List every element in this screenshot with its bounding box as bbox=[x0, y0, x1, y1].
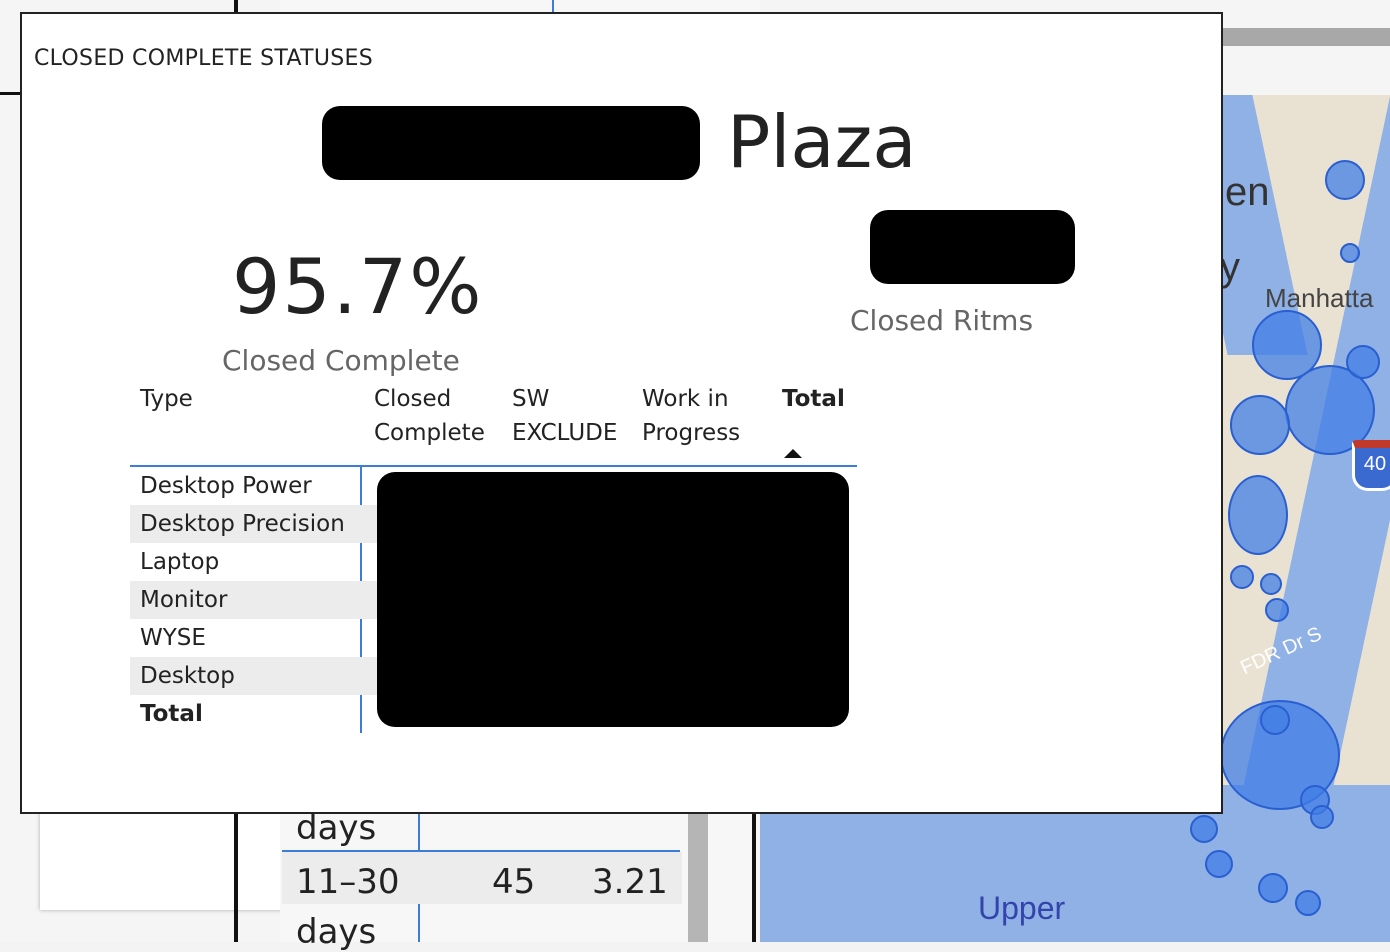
map-bubble[interactable] bbox=[1230, 565, 1254, 589]
redaction-block bbox=[322, 106, 700, 180]
map-bubble[interactable] bbox=[1310, 805, 1334, 829]
map-bubble[interactable] bbox=[1260, 573, 1282, 595]
map-label: Upper bbox=[978, 890, 1066, 926]
closed-complete-statuses-dialog: CLOSED COMPLETE STATUSES Plaza 95.7% Clo… bbox=[20, 12, 1223, 814]
bg-row-value: 3.21 bbox=[592, 862, 668, 902]
divider bbox=[0, 92, 22, 95]
kpi-closed-ritms-label: Closed Ritms bbox=[850, 304, 1034, 337]
bg-row-label: 11–30 bbox=[296, 862, 400, 902]
map-label: y bbox=[1220, 245, 1240, 289]
divider bbox=[752, 812, 756, 942]
map-bubble[interactable] bbox=[1325, 160, 1365, 200]
row-label-total: Total bbox=[140, 701, 203, 727]
bg-row-label: days bbox=[296, 808, 377, 848]
divider bbox=[552, 0, 554, 12]
column-header-sw-exclude[interactable]: SW EXCLUDE bbox=[512, 382, 617, 450]
map-bubble[interactable] bbox=[1346, 345, 1380, 379]
redaction-block bbox=[870, 210, 1075, 284]
map-bubble[interactable] bbox=[1265, 598, 1289, 622]
row-label-type: Monitor bbox=[140, 587, 228, 613]
map-label: en bbox=[1225, 170, 1270, 214]
map-label: Manhatta bbox=[1265, 283, 1374, 313]
map-bubble[interactable] bbox=[1258, 873, 1288, 903]
map-bubble[interactable] bbox=[1205, 850, 1233, 878]
column-header-work-in-progress[interactable]: Work in Progress bbox=[642, 382, 740, 450]
row-label-type: Desktop bbox=[140, 663, 235, 689]
column-header-closed-complete[interactable]: Closed Complete bbox=[374, 382, 485, 450]
column-header-type[interactable]: Type bbox=[140, 382, 193, 416]
kpi-closed-complete-value: 95.7% bbox=[232, 242, 484, 331]
bg-row-value: 45 bbox=[492, 862, 536, 902]
redaction-block bbox=[377, 472, 849, 727]
dialog-title: CLOSED COMPLETE STATUSES bbox=[34, 46, 373, 71]
kpi-closed-complete-label: Closed Complete bbox=[222, 344, 460, 377]
scrollbar[interactable] bbox=[1200, 28, 1390, 46]
location-name-suffix: Plaza bbox=[727, 100, 917, 184]
column-header-total[interactable]: Total bbox=[782, 382, 845, 416]
bg-row-label: days bbox=[296, 912, 377, 952]
map-bubble[interactable] bbox=[1230, 395, 1290, 455]
scrollbar[interactable] bbox=[688, 812, 708, 942]
map-bubble[interactable] bbox=[1228, 475, 1288, 555]
row-label-type: Laptop bbox=[140, 549, 220, 575]
row-label-type: WYSE bbox=[140, 625, 206, 651]
map-bubble[interactable] bbox=[1295, 890, 1321, 916]
sort-descending-icon[interactable] bbox=[784, 449, 802, 458]
map-bubble[interactable] bbox=[1260, 705, 1290, 735]
map-bubble[interactable] bbox=[1190, 815, 1218, 843]
row-label-type: Desktop Power bbox=[140, 473, 312, 499]
map-bubble[interactable] bbox=[1340, 243, 1360, 263]
row-label-type: Desktop Precision bbox=[140, 511, 345, 537]
highway-shield-icon: 40 bbox=[1352, 440, 1390, 491]
